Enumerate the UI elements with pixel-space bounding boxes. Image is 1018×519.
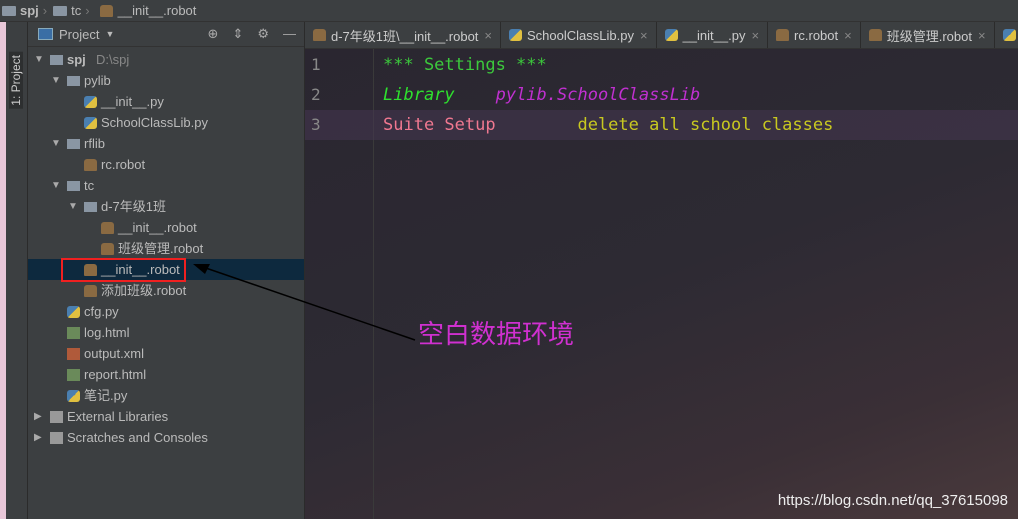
watermark: https://blog.csdn.net/qq_37615098 — [777, 492, 1008, 509]
annotation-text: 空白数据环境 — [418, 319, 575, 349]
annotation-arrow — [193, 264, 416, 341]
